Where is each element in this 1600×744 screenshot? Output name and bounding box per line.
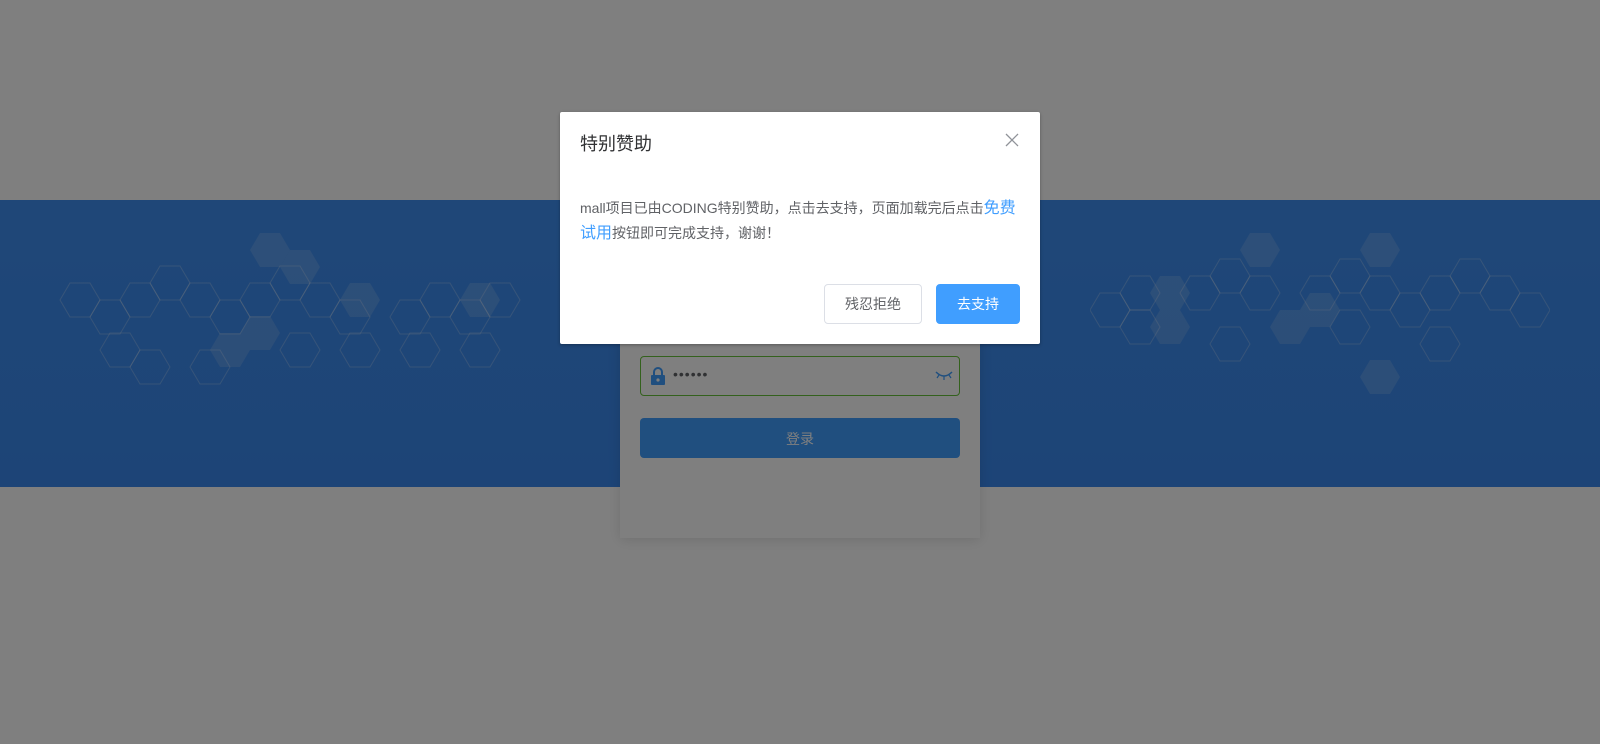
support-button[interactable]: 去支持 [936,284,1020,324]
dialog-message: mall项目已由CODING特别赞助，点击去支持，页面加载完后点击免费试用按钮即… [580,196,1020,246]
sponsor-dialog: 特别赞助 mall项目已由CODING特别赞助，点击去支持，页面加载完后点击免费… [560,112,1040,344]
dialog-title: 特别赞助 [580,134,652,154]
reject-button[interactable]: 残忍拒绝 [824,284,922,324]
dialog-message-text-1: mall项目已由CODING特别赞助，点击去支持，页面加载完后点击 [580,200,984,216]
dialog-message-text-2: 按钮即可完成支持，谢谢！ [612,225,781,241]
close-icon[interactable] [1004,132,1020,148]
